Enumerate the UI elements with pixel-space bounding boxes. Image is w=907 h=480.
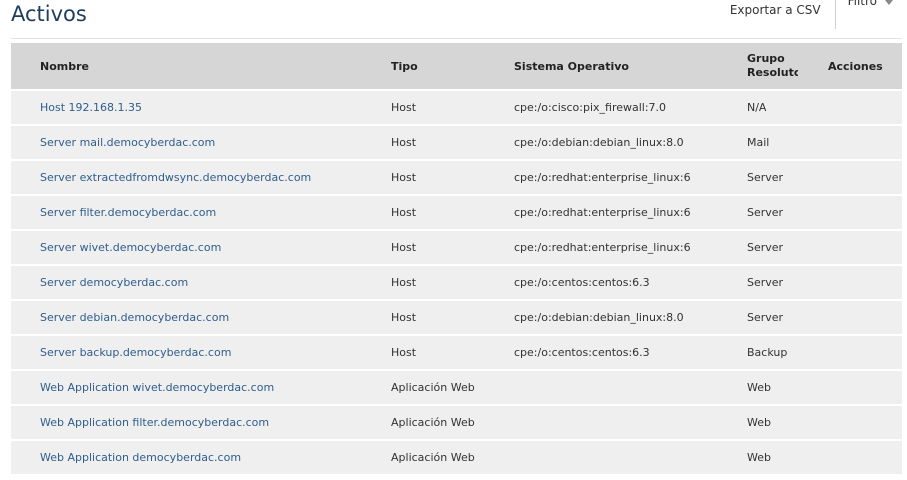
column-header-name[interactable]: Nombre <box>11 60 362 73</box>
page-title: Activos <box>11 2 87 26</box>
table-body: Host 192.168.1.35 Host cpe:/o:cisco:pix_fi… <box>11 91 902 474</box>
asset-name-link[interactable]: Host 192.168.1.35 <box>11 101 362 114</box>
column-header-type[interactable]: Tipo <box>362 60 484 73</box>
asset-name-link[interactable]: Web Application democyberdac.com <box>11 451 362 464</box>
asset-group: N/A <box>747 100 767 114</box>
asset-os: cpe:/o:redhat:enterprise_linux:6 <box>514 206 691 219</box>
asset-group: Web <box>747 415 771 429</box>
assets-table: Nombre Tipo Sistema Operativo Grupo Reso… <box>11 43 902 476</box>
column-header-group-line1: Grupo <box>747 52 785 65</box>
table-row: Host 192.168.1.35 Host cpe:/o:cisco:pix_fi… <box>11 91 902 124</box>
asset-os: cpe:/o:cisco:pix_firewall:7.0 <box>514 101 667 114</box>
table-row: Web Application wivet.democyberdac.com Ap… <box>11 371 902 404</box>
asset-os: cpe:/o:centos:centos:6.3 <box>514 346 650 359</box>
table-row: Server mail.democyberdac.com Host cpe:/o:d… <box>11 126 902 159</box>
table-row: Server extractedfromdwsync.democyberdac.… <box>11 161 902 194</box>
table-row: Server backup.democyberdac.com Host cpe:/o… <box>11 336 902 369</box>
export-csv-button[interactable]: Exportar a CSV <box>730 1 835 19</box>
filter-dropdown[interactable]: Filtro <box>834 0 907 29</box>
asset-group: Server <box>747 170 784 184</box>
table-row: Server wivet.democyberdac.com Host cpe:/o:… <box>11 231 902 264</box>
asset-type: Host <box>391 276 417 289</box>
table-row: Server filter.democyberdac.com Host cpe:/o… <box>11 196 902 229</box>
filter-label: Filtro <box>847 0 877 8</box>
asset-type: Host <box>391 101 417 114</box>
table-row: Web Application democyberdac.com Aplicaci… <box>11 441 902 474</box>
asset-os: cpe:/o:redhat:enterprise_linux:6 <box>514 171 691 184</box>
asset-type: Host <box>391 171 417 184</box>
asset-group: Web <box>747 380 771 394</box>
asset-type: Host <box>391 136 417 149</box>
column-header-os[interactable]: Sistema Operativo <box>484 60 718 73</box>
asset-name-link[interactable]: Server backup.democyberdac.com <box>11 346 362 359</box>
asset-group: Web <box>747 450 771 464</box>
asset-type: Aplicación Web <box>391 381 475 394</box>
table-header: Nombre Tipo Sistema Operativo Grupo Reso… <box>11 43 902 89</box>
asset-type: Aplicación Web <box>391 451 475 464</box>
asset-type: Host <box>391 311 417 324</box>
asset-os: cpe:/o:debian:debian_linux:8.0 <box>514 136 684 149</box>
asset-name-link[interactable]: Server wivet.democyberdac.com <box>11 241 362 254</box>
title-divider <box>11 38 902 39</box>
asset-type: Host <box>391 241 417 254</box>
asset-name-link[interactable]: Server debian.democyberdac.com <box>11 311 362 324</box>
asset-os: cpe:/o:redhat:enterprise_linux:6 <box>514 241 691 254</box>
table-row: Server democyberdac.com Host cpe:/o:centos… <box>11 266 902 299</box>
asset-group: Backup <box>747 345 788 359</box>
table-row: Server debian.democyberdac.com Host cpe:/o… <box>11 301 902 334</box>
table-row: Web Application filter.democyberdac.com A… <box>11 406 902 439</box>
asset-name-link[interactable]: Server mail.democyberdac.com <box>11 136 362 149</box>
column-header-group-line2: Resolutor <box>747 66 798 79</box>
asset-type: Aplicación Web <box>391 416 475 429</box>
asset-group: Server <box>747 275 784 289</box>
asset-group: Server <box>747 310 784 324</box>
asset-name-link[interactable]: Web Application filter.democyberdac.com <box>11 416 362 429</box>
asset-type: Host <box>391 346 417 359</box>
caret-down-icon <box>885 0 893 5</box>
asset-group: Mail <box>747 135 770 149</box>
column-header-group[interactable]: Grupo Resolutor <box>718 52 798 80</box>
asset-type: Host <box>391 206 417 219</box>
asset-os: cpe:/o:centos:centos:6.3 <box>514 276 650 289</box>
column-header-actions: Acciones <box>828 59 883 73</box>
asset-group: Server <box>747 205 784 219</box>
asset-name-link[interactable]: Server filter.democyberdac.com <box>11 206 362 219</box>
toolbar: Exportar a CSV Filtro <box>730 0 907 29</box>
asset-name-link[interactable]: Web Application wivet.democyberdac.com <box>11 381 362 394</box>
asset-os: cpe:/o:debian:debian_linux:8.0 <box>514 311 684 324</box>
asset-name-link[interactable]: Server democyberdac.com <box>11 276 362 289</box>
asset-name-link[interactable]: Server extractedfromdwsync.democyberdac.… <box>11 171 362 184</box>
asset-group: Server <box>747 240 784 254</box>
